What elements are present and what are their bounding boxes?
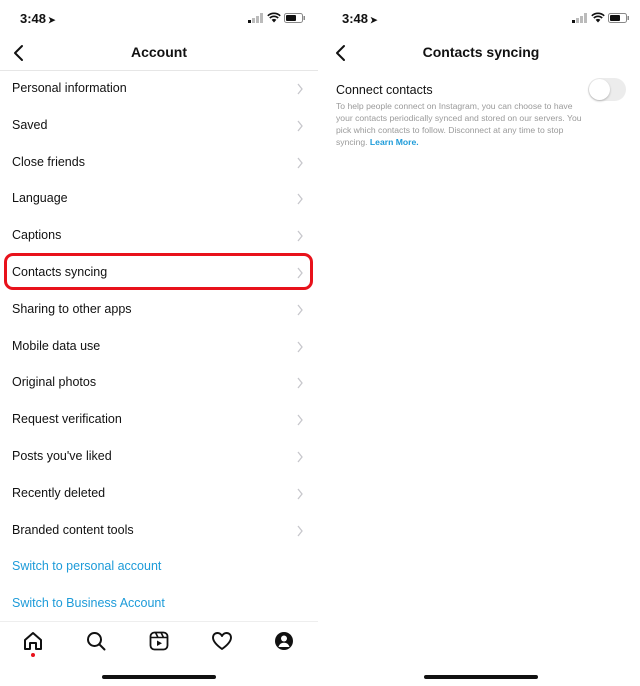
wifi-icon <box>267 12 281 23</box>
contacts-syncing-highlight <box>4 253 313 290</box>
account-screen: 3:48 ➤ Account Personal information Saved… <box>0 0 318 686</box>
menu-item-original-photos[interactable]: Original photos <box>0 365 318 402</box>
home-indicator <box>424 675 538 679</box>
menu-item-captions[interactable]: Captions <box>0 218 318 255</box>
switch-to-personal-account-link[interactable]: Switch to personal account <box>0 549 318 586</box>
battery-icon <box>284 13 305 23</box>
connect-contacts-description: To help people connect on Instagram, you… <box>336 101 582 147</box>
nav-bar: Contacts syncing <box>322 38 640 70</box>
menu-item-posts-youve-liked[interactable]: Posts you've liked <box>0 439 318 476</box>
search-icon[interactable] <box>85 630 107 652</box>
battery-icon <box>608 13 629 23</box>
menu-item-saved[interactable]: Saved <box>0 108 318 145</box>
status-time: 3:48 ➤ <box>342 11 378 26</box>
toggle-knob <box>589 79 610 100</box>
chevron-right-icon <box>297 193 303 205</box>
home-icon[interactable] <box>22 630 44 652</box>
menu-item-language[interactable]: Language <box>0 181 318 218</box>
chevron-right-icon <box>297 341 303 352</box>
account-menu: Personal information Saved Close friends… <box>0 71 318 623</box>
menu-item-personal-information[interactable]: Personal information <box>0 71 318 108</box>
menu-item-request-verification[interactable]: Request verification <box>0 402 318 439</box>
profile-icon[interactable] <box>273 630 295 652</box>
contacts-syncing-screen: 3:48 ➤ Contacts syncing Connect contacts … <box>322 0 640 686</box>
learn-more-link[interactable]: Learn More. <box>370 137 419 147</box>
chevron-right-icon <box>297 377 303 389</box>
connect-contacts-toggle[interactable] <box>588 78 626 101</box>
chevron-right-icon <box>297 414 303 426</box>
menu-item-sharing-to-other-apps[interactable]: Sharing to other apps <box>0 292 318 329</box>
home-indicator <box>102 675 216 679</box>
menu-item-close-friends[interactable]: Close friends <box>0 145 318 182</box>
menu-item-recently-deleted[interactable]: Recently deleted <box>0 476 318 513</box>
status-bar: 3:48 ➤ <box>0 0 318 38</box>
nav-bar: Account <box>0 38 318 71</box>
chevron-right-icon <box>297 525 303 536</box>
location-arrow-icon: ➤ <box>48 15 56 25</box>
chevron-right-icon <box>297 157 303 168</box>
chevron-right-icon <box>297 83 303 95</box>
page-title: Account <box>131 44 187 60</box>
chevron-right-icon <box>297 230 303 242</box>
status-time: 3:48 ➤ <box>20 11 56 26</box>
cellular-signal-icon <box>248 13 263 23</box>
menu-item-branded-content-tools[interactable]: Branded content tools <box>0 513 318 550</box>
chevron-right-icon <box>297 120 303 132</box>
chevron-right-icon <box>297 304 303 316</box>
location-arrow-icon: ➤ <box>370 15 378 25</box>
switch-to-business-account-link[interactable]: Switch to Business Account <box>0 586 318 623</box>
wifi-icon <box>591 12 605 23</box>
notification-dot <box>31 653 35 657</box>
page-title: Contacts syncing <box>422 44 540 60</box>
connect-contacts-label: Connect contacts <box>336 83 433 97</box>
chevron-right-icon <box>297 451 303 463</box>
menu-item-mobile-data-use[interactable]: Mobile data use <box>0 329 318 366</box>
cellular-signal-icon <box>572 13 587 23</box>
chevron-right-icon <box>297 488 303 500</box>
status-bar: 3:48 ➤ <box>322 0 640 38</box>
heart-icon[interactable] <box>211 630 233 652</box>
reels-icon[interactable] <box>148 630 170 652</box>
